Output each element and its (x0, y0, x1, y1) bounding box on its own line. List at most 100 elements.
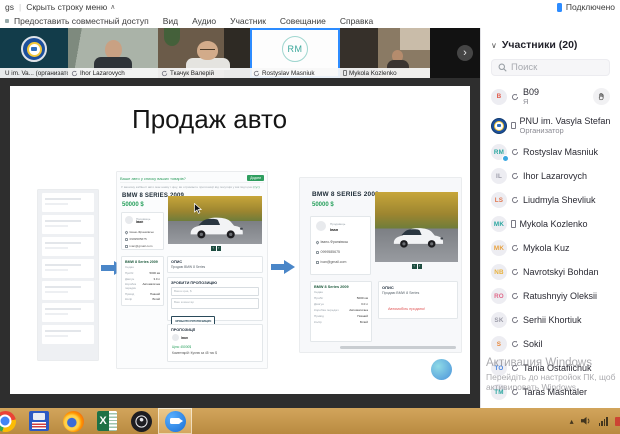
tray-expand-arrow[interactable]: ▴ (570, 417, 574, 426)
connected-status: Подключено (566, 2, 615, 12)
participant-row[interactable]: MK Mykola Kuz (481, 236, 620, 260)
participant-name: Tania Ostafiichuk (523, 363, 592, 373)
avatar-initials: MK (494, 221, 504, 228)
spec-value: Білий (153, 297, 160, 301)
audio-connecting-icon (511, 340, 519, 348)
video-tile-tkachuk[interactable]: Ткачук Валерій (158, 28, 250, 78)
taskbar-chrome-button[interactable] (0, 408, 22, 434)
participant-row[interactable]: SK Serhii Khortiuk (481, 308, 620, 332)
audio-connecting-icon (71, 70, 78, 77)
participant-row[interactable]: NB Navrotskyi Bohdan (481, 260, 620, 284)
photo-prev-button: ‹ (412, 264, 417, 269)
search-input[interactable]: Поиск (491, 59, 610, 76)
avatar-initials: LS (495, 197, 503, 204)
tile-name-label: Ткачук Валерій (170, 70, 214, 77)
menu-participant[interactable]: Участник (230, 16, 266, 26)
spec-value: 5000 км (357, 296, 368, 300)
app-icon (5, 19, 9, 23)
audio-connecting-icon (161, 70, 168, 77)
participants-header[interactable]: ∨ Участники (20) (481, 28, 620, 54)
flow-arrow (271, 260, 295, 274)
participant-name: PNU im. Vasyla Stefanyka (520, 116, 611, 126)
car-spec-card: BMW 8 Series 2009 Седан Пробіг5000 км Дв… (310, 281, 372, 342)
taskbar-zoom-button-active[interactable] (158, 408, 192, 434)
audio-connecting-icon (511, 172, 519, 180)
make-offer-card: ЗРОБИТИ ПРОПОЗИЦІЮ Ваша ціна, $ Ваш коме… (167, 277, 263, 321)
seller-email: ivan@gmail.com (130, 244, 153, 248)
participant-row[interactable]: RM Rostyslav Masniuk (481, 140, 620, 164)
spec-label: Колір (125, 297, 132, 301)
search-placeholder: Поиск (511, 62, 537, 73)
banner-button: Додати (247, 175, 264, 181)
participant-row[interactable]: TO Tania Ostafiichuk (481, 356, 620, 380)
spec-label: Двигун (314, 302, 324, 306)
seller-name: Іван (136, 220, 143, 224)
action-center-icon[interactable] (615, 417, 620, 426)
menu-help[interactable]: Справка (340, 16, 373, 26)
avatar-initials: SK (494, 317, 503, 324)
video-tile-ihor[interactable]: Ihor Lazarovych (68, 28, 158, 78)
car-photo (375, 192, 458, 262)
seller-name: Іван (330, 227, 338, 232)
offer-price: Ціна: 45000$ (172, 345, 191, 349)
seller-role: Продавець (330, 222, 345, 226)
video-tile-rostyslav-active[interactable]: RM Rostyslav Masniuk (250, 28, 340, 78)
taskbar-excel-button[interactable]: X (90, 408, 124, 434)
speaker-icon[interactable] (581, 416, 592, 426)
seller-city: Івано-Франківськ (321, 240, 349, 244)
taskbar-firefox-button[interactable] (56, 408, 90, 434)
menu-view[interactable]: Вид (163, 16, 178, 26)
seller-card: Продавець Іван Івано-Франківськ 09995856… (121, 212, 164, 250)
phone-device-icon (343, 70, 347, 77)
spec-label: Колір (314, 320, 322, 324)
white-bmw-car (385, 212, 448, 257)
car-title: BMW 8 SERIES 2009 (312, 191, 379, 198)
avatar-initials: B (497, 93, 502, 100)
search-icon (498, 63, 507, 72)
audio-connecting-icon (511, 196, 519, 204)
camera-bubble (431, 359, 452, 380)
photo-nav: ‹› (412, 264, 422, 269)
spec-body-type: Седан (125, 265, 160, 269)
mouse-cursor (194, 203, 202, 214)
participant-row[interactable]: IL Ihor Lazarovych (481, 164, 620, 188)
system-tray: ▴ (570, 416, 620, 426)
raise-hand-button[interactable] (593, 88, 610, 105)
zoom-meeting-window: gs | Скрыть строку меню ∧ Подключено Пре… (0, 0, 620, 434)
participant-row[interactable]: RO Ratushnyiy Oleksii (481, 284, 620, 308)
hide-menu-button[interactable]: Скрыть строку меню (26, 2, 107, 12)
listing-row (42, 215, 94, 234)
participant-row-self[interactable]: B B09Я (481, 82, 620, 111)
taskbar-save-app-button[interactable] (22, 408, 56, 434)
phone-icon (125, 238, 128, 241)
menu-share[interactable]: Предоставить совместный доступ (14, 16, 149, 26)
video-strip: U im. Va... (организатор) Ihor Lazarovyc… (0, 28, 480, 78)
car-photo (168, 196, 262, 244)
video-tile-mykola[interactable]: Mykola Kozlenko (340, 28, 430, 78)
buyer-name: Іван (181, 336, 188, 340)
video-tile-organizer[interactable]: U im. Va... (организатор) (0, 28, 68, 78)
participant-video (387, 50, 409, 69)
university-logo-avatar (491, 118, 507, 134)
avatar-initials: IL (496, 173, 502, 180)
taskbar-obs-button[interactable] (124, 408, 158, 434)
participant-row[interactable]: TM Taras Mashtaler (481, 380, 620, 404)
obs-icon (131, 411, 152, 432)
photo-next-button: › (418, 264, 423, 269)
offer-form-title: ЗРОБИТИ ПРОПОЗИЦІЮ (171, 281, 259, 285)
avatar: S (491, 336, 507, 352)
tile-name-label: Ihor Lazarovych (80, 70, 125, 77)
participant-row[interactable]: S Sokil (481, 332, 620, 356)
slide-title: Продаж авто (132, 104, 287, 135)
participant-row[interactable]: MK Mykola Kozlenko (481, 212, 620, 236)
participant-row[interactable]: LS Liudmyla Shevliuk (481, 188, 620, 212)
network-icon[interactable] (599, 417, 608, 426)
participant-video (186, 41, 230, 70)
menu-meeting[interactable]: Совещание (280, 16, 326, 26)
spec-label: Привід (314, 314, 324, 318)
participant-row-organizer[interactable]: PNU im. Vasyla StefanykaОрганизатор (481, 111, 620, 140)
firefox-icon (63, 411, 84, 432)
zoom-icon (165, 411, 186, 432)
next-participants-button[interactable]: › (457, 45, 473, 61)
menu-audio[interactable]: Аудио (192, 16, 216, 26)
